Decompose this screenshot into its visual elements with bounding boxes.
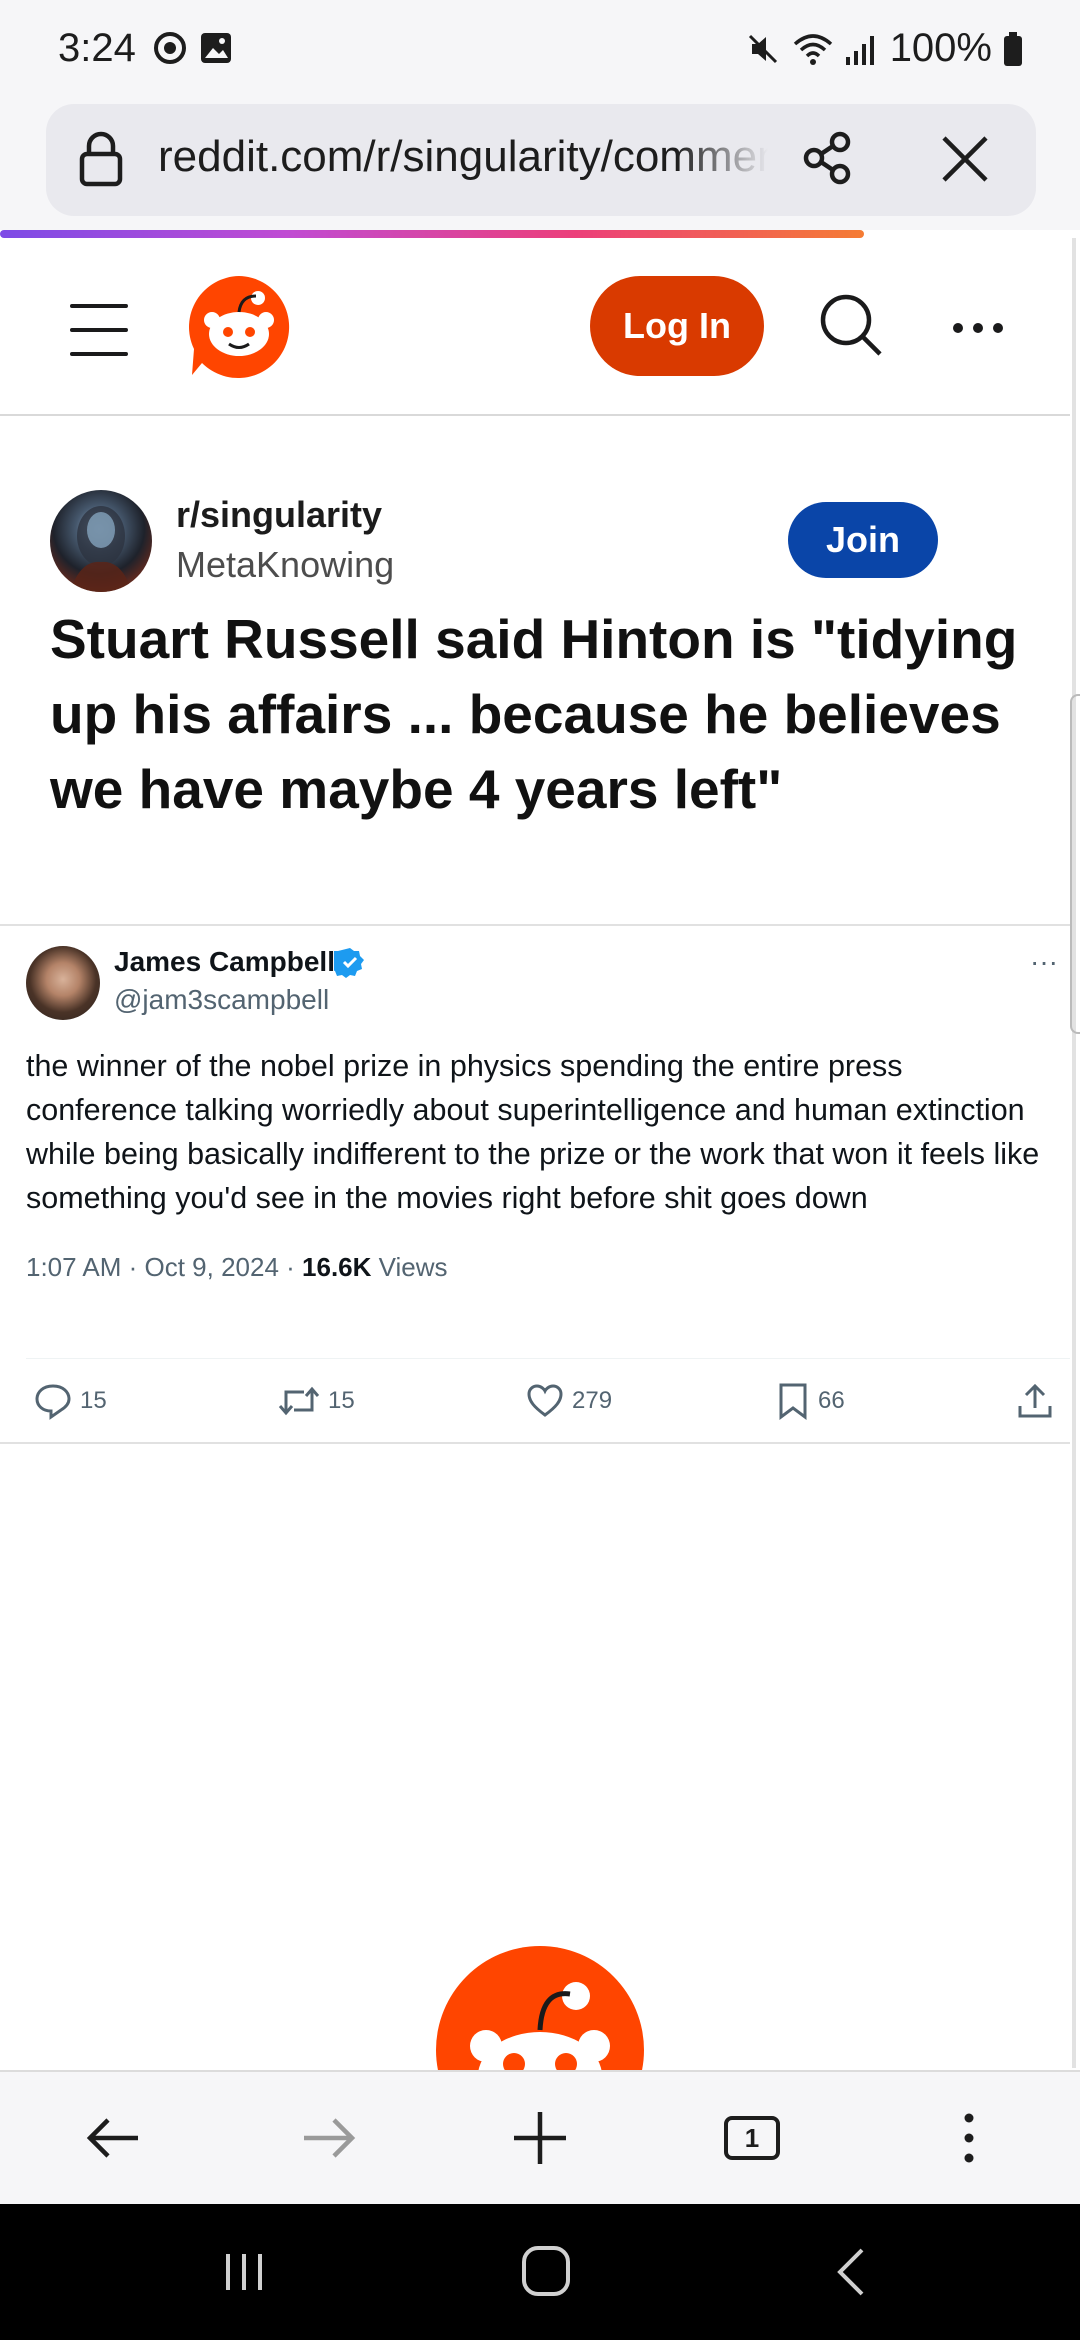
lock-icon xyxy=(79,131,123,187)
status-bar: 3:24 100% xyxy=(0,0,1080,100)
reddit-header: Log In xyxy=(0,238,1070,416)
post-author[interactable]: MetaKnowing xyxy=(176,544,394,586)
system-navigation-bar xyxy=(0,2204,1080,2340)
snoo-icon xyxy=(436,1946,644,2070)
verified-badge-icon xyxy=(334,948,364,978)
status-time: 3:24 xyxy=(58,26,136,70)
tweet-meta: 1:07 AM · Oct 9, 2024 · 16.6K Views xyxy=(26,1252,448,1283)
tweet-date: 1:07 AM · Oct 9, 2024 · xyxy=(26,1252,303,1282)
scrollbar-thumb[interactable] xyxy=(1070,694,1080,1034)
bookmark-count: 66 xyxy=(818,1387,845,1414)
menu-overflow-icon[interactable] xyxy=(954,2108,984,2168)
reply-count: 15 xyxy=(80,1387,107,1414)
reply-icon xyxy=(35,1384,71,1420)
search-icon[interactable] xyxy=(818,292,884,358)
new-tab-icon[interactable] xyxy=(510,2108,570,2168)
tweet-divider xyxy=(26,1358,1070,1359)
recents-icon[interactable] xyxy=(220,2248,268,2296)
reddit-floating-logo xyxy=(436,1946,644,2070)
reddit-logo[interactable] xyxy=(186,274,292,380)
battery-icon xyxy=(1004,31,1022,66)
wifi-icon xyxy=(793,33,832,65)
tweet-views-count: 16.6K xyxy=(302,1252,372,1282)
subreddit-avatar[interactable] xyxy=(50,490,152,592)
page-load-progress xyxy=(0,230,864,238)
tweet-views-label: Views xyxy=(371,1252,448,1282)
bookmark-icon xyxy=(779,1383,807,1420)
like-count: 279 xyxy=(572,1387,613,1414)
post-title: Stuart Russell said Hinton is "tidying u… xyxy=(50,608,1018,820)
share-icon[interactable] xyxy=(800,130,856,186)
retweet-count: 15 xyxy=(328,1387,355,1414)
tweet-text: the winner of the nobel prize in physics… xyxy=(26,1049,1040,1215)
tweet-author-name[interactable]: James Campbell xyxy=(114,946,335,978)
signal-icon xyxy=(845,35,874,65)
tweet-handle[interactable]: @jam3scampbell xyxy=(114,984,329,1016)
join-button[interactable]: Join xyxy=(788,502,938,578)
vpn-icon xyxy=(154,32,186,64)
retweet-icon xyxy=(278,1386,320,1416)
reply-button[interactable]: 15 xyxy=(34,1382,107,1420)
tweet-actions: 15 15 279 66 xyxy=(0,1382,1070,1432)
embedded-tweet[interactable]: James Campbell @jam3scampbell ··· the wi… xyxy=(0,924,1070,1444)
status-right: 100% xyxy=(744,26,1024,71)
close-icon[interactable] xyxy=(940,134,990,184)
back-icon[interactable] xyxy=(84,2108,144,2168)
home-icon[interactable] xyxy=(520,2244,572,2298)
menu-icon[interactable] xyxy=(70,304,128,376)
system-back-icon[interactable] xyxy=(830,2246,870,2298)
tweet-more-icon[interactable]: ··· xyxy=(1030,946,1058,978)
share-tweet-button[interactable] xyxy=(1016,1382,1054,1420)
like-button[interactable]: 279 xyxy=(526,1382,612,1420)
bookmark-button[interactable]: 66 xyxy=(776,1382,845,1420)
avatar-art xyxy=(70,506,132,592)
subreddit-name[interactable]: r/singularity xyxy=(176,494,382,536)
gallery-icon xyxy=(201,33,231,63)
status-left-icons xyxy=(152,30,234,66)
login-button[interactable]: Log In xyxy=(590,276,764,376)
upload-share-icon xyxy=(1018,1383,1052,1418)
tabs-icon[interactable]: 1 xyxy=(724,2116,780,2160)
heart-icon xyxy=(527,1384,563,1417)
browser-toolbar: 1 xyxy=(0,2070,1080,2204)
mute-icon xyxy=(748,34,777,63)
battery-percent: 100% xyxy=(889,26,992,70)
tweet-avatar[interactable] xyxy=(26,946,100,1020)
retweet-button[interactable]: 15 xyxy=(278,1382,355,1420)
scrollbar-track[interactable] xyxy=(1072,238,1076,2068)
url-text[interactable]: reddit.com/r/singularity/comments xyxy=(158,132,768,182)
forward-icon[interactable] xyxy=(298,2108,358,2168)
more-icon[interactable] xyxy=(952,322,1004,334)
